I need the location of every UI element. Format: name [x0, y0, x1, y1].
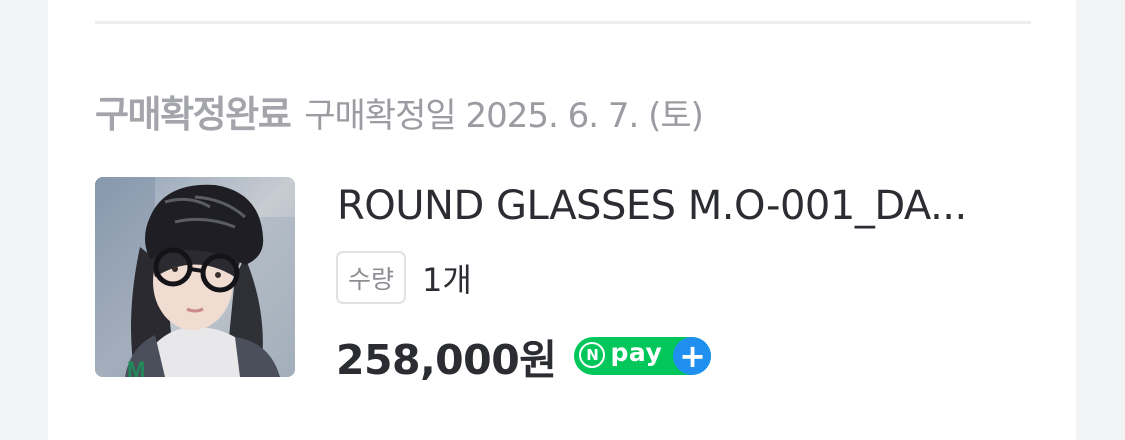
quantity-label-badge: 수량: [336, 251, 407, 304]
quantity-value: 1개: [422, 260, 472, 299]
npay-plus-badge: N pay +: [574, 337, 712, 375]
product-name-link[interactable]: ROUND GLASSES M.O-001_DA...: [337, 183, 1027, 229]
price-row: 258,000원 N pay +: [336, 326, 712, 386]
naver-n-icon: N: [579, 342, 606, 368]
svg-text:M: M: [127, 357, 145, 377]
quantity-row: 수량 1개: [336, 251, 472, 304]
order-card: 구매확정완료 구매확정일 2025. 6. 7. (토) M ROUND GLA…: [48, 0, 1076, 440]
product-photo-image: M: [95, 177, 295, 377]
npay-label: pay: [610, 338, 663, 367]
purchase-confirm-date: 구매확정일 2025. 6. 7. (토): [304, 96, 704, 136]
divider: [95, 21, 1031, 24]
order-status-title: 구매확정완료: [95, 93, 292, 136]
order-status-row: 구매확정완료 구매확정일 2025. 6. 7. (토): [95, 84, 704, 138]
product-price: 258,000원: [336, 336, 557, 384]
product-thumbnail[interactable]: M: [95, 177, 295, 377]
plus-icon: +: [673, 337, 712, 375]
